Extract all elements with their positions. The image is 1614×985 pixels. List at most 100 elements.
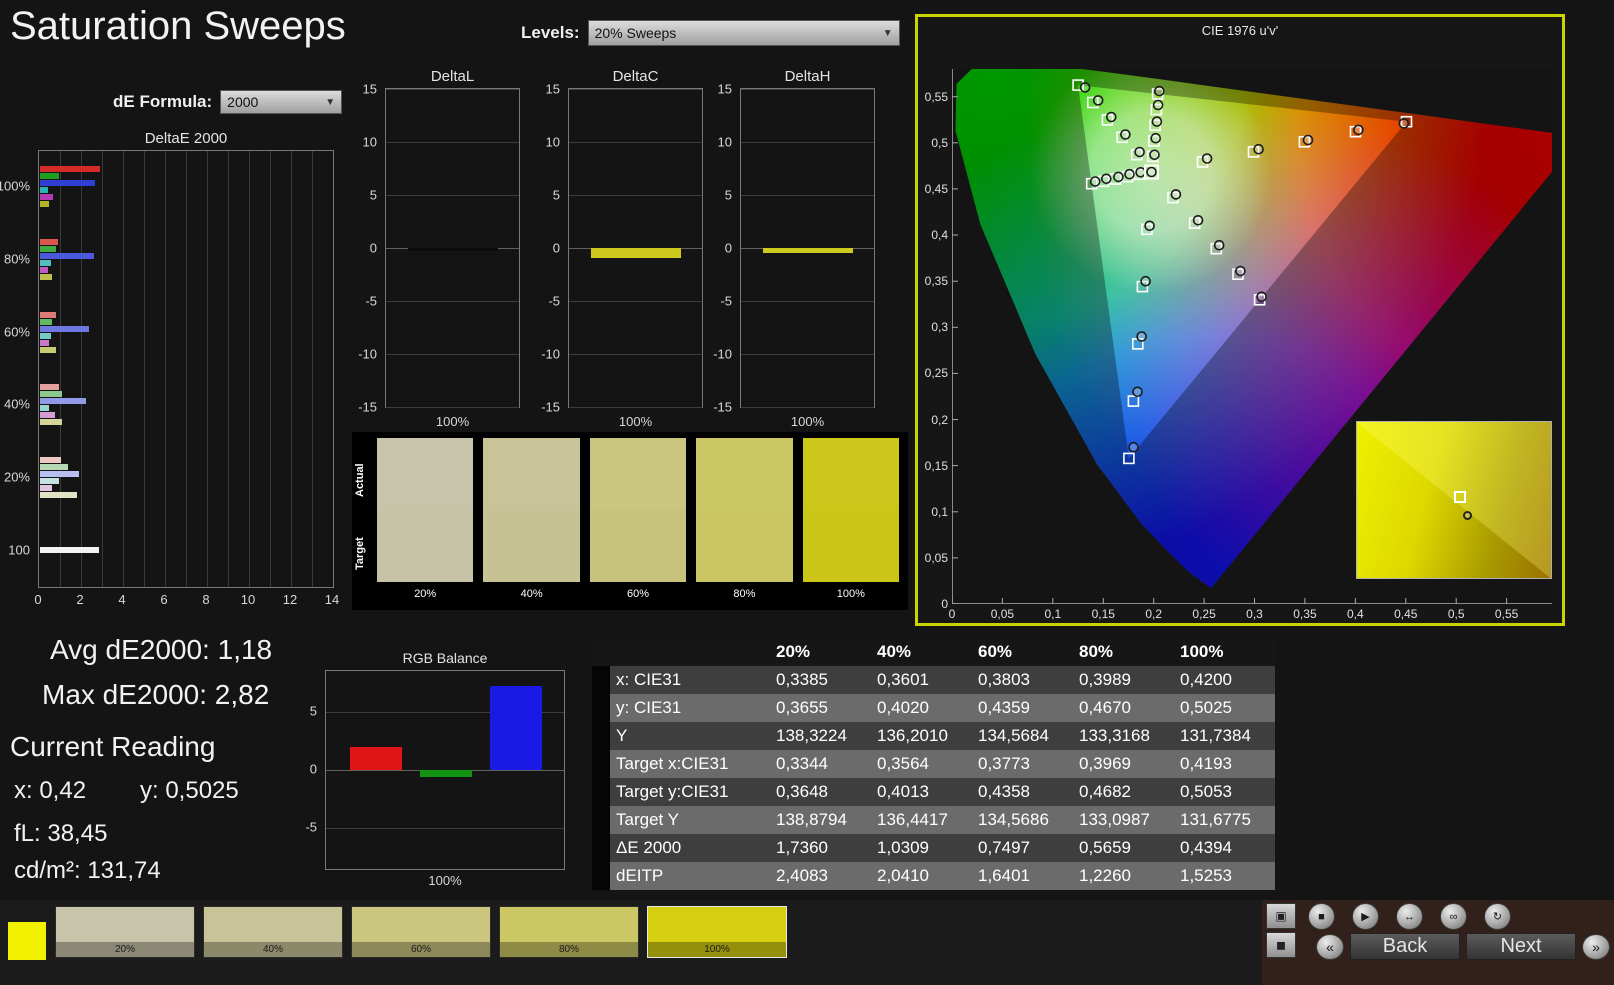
column-header: 20% xyxy=(770,638,871,666)
x-axis-label: 100% xyxy=(568,414,703,429)
axis-label: 5 xyxy=(725,188,732,203)
de-bar xyxy=(40,405,49,411)
levels-dropdown[interactable]: 20% Sweeps ▼ xyxy=(588,20,900,46)
next-button[interactable]: Next xyxy=(1466,933,1576,960)
de-bar xyxy=(40,267,48,273)
column-header: 100% xyxy=(1174,638,1275,666)
bottom-swatch[interactable]: 20% xyxy=(55,906,195,958)
swatch-label: 20% xyxy=(377,582,473,606)
table-cell: 0,3989 xyxy=(1073,666,1174,694)
gridline xyxy=(291,151,292,587)
axis-label: 0,4 xyxy=(931,228,948,242)
swatch-column: 60% xyxy=(590,438,686,610)
calibration-app-screen: Saturation Sweeps dE Formula: 2000 ▼ Lev… xyxy=(0,0,1614,985)
axis-label: 10 xyxy=(718,135,732,150)
chevron-down-icon: ▼ xyxy=(325,97,335,108)
gridline xyxy=(60,151,61,587)
axis-label: 2 xyxy=(76,592,83,607)
bottom-swatch[interactable]: 60% xyxy=(351,906,491,958)
current-patch-swatch xyxy=(8,922,46,960)
table-cell: 1,2260 xyxy=(1073,862,1174,890)
back-arrow-button[interactable]: « xyxy=(1316,934,1344,960)
de-bar xyxy=(40,187,48,193)
swatch-column: 40% xyxy=(483,438,579,610)
avg-label: Avg dE2000: xyxy=(50,634,210,665)
bottom-swatch[interactable]: 80% xyxy=(499,906,639,958)
table-cell: 2,0410 xyxy=(871,862,972,890)
gridline xyxy=(386,195,519,196)
table-cell: 138,8794 xyxy=(770,806,871,834)
play-button[interactable]: ▶ xyxy=(1352,903,1379,930)
gridline xyxy=(741,142,874,143)
measurement-table: 20%40%60%80%100%x: CIE310,33850,36010,38… xyxy=(592,638,1275,890)
de-bar xyxy=(40,239,58,245)
axis-label: 6 xyxy=(160,592,167,607)
axis-label: 12 xyxy=(283,592,297,607)
de-formula-dropdown[interactable]: 2000 ▼ xyxy=(220,90,342,114)
gridline xyxy=(741,89,874,90)
swatch-label: 60% xyxy=(352,942,490,957)
rgb-balance-plot xyxy=(325,670,565,870)
column-header: 40% xyxy=(871,638,972,666)
red-balance-bar xyxy=(350,747,402,770)
table-cell: 136,4417 xyxy=(871,806,972,834)
swatch-label: 20% xyxy=(56,942,194,957)
axis-label: 15 xyxy=(718,82,732,97)
max-de2000: Max dE2000: 2,82 xyxy=(42,679,269,711)
bottom-swatch[interactable]: 40% xyxy=(203,906,343,958)
back-button[interactable]: Back xyxy=(1350,933,1460,960)
de-bar xyxy=(40,347,56,353)
table-cell: 0,4359 xyxy=(972,694,1073,722)
axis-label: 14 xyxy=(325,592,339,607)
table-row: dEITP2,40832,04101,64011,22601,5253 xyxy=(592,862,1275,890)
axis-label: 5 xyxy=(553,188,560,203)
swatch-label: 40% xyxy=(204,942,342,957)
axis-label: 0,1 xyxy=(1044,607,1061,621)
table-row: y: CIE310,36550,40200,43590,46700,5025 xyxy=(592,694,1275,722)
avg-de2000: Avg dE2000: 1,18 xyxy=(50,634,272,666)
axis-label: 10 xyxy=(241,592,255,607)
table-cell: 133,0987 xyxy=(1073,806,1174,834)
reading-y: y: 0,5025 xyxy=(140,777,239,805)
de-bar xyxy=(40,274,52,280)
table-cell: 1,0309 xyxy=(871,834,972,862)
deltae-plot-area xyxy=(38,150,334,588)
cie-y-axis: 00,050,10,150,20,250,30,350,40,450,50,55 xyxy=(920,69,948,604)
column-header: 80% xyxy=(1073,638,1174,666)
de-bar xyxy=(40,419,62,425)
axis-label: 0,45 xyxy=(925,182,948,196)
table-cell: 131,6775 xyxy=(1174,806,1275,834)
bottom-swatch[interactable]: 100% xyxy=(647,906,787,958)
gridline xyxy=(249,151,250,587)
axis-label: 0,15 xyxy=(1092,607,1115,621)
de-bar xyxy=(40,246,56,252)
axis-label: -5 xyxy=(305,820,317,835)
axis-label: 0 xyxy=(310,762,317,777)
window-icon-button[interactable]: ▣ xyxy=(1266,903,1296,929)
stop-button[interactable]: ■ xyxy=(1308,903,1335,930)
de-bar xyxy=(40,391,62,397)
rgb-balance-x-label: 100% xyxy=(325,873,565,888)
de-bar xyxy=(40,340,49,346)
loop-button[interactable]: ↻ xyxy=(1484,903,1511,930)
continuous-button[interactable]: ∞ xyxy=(1440,903,1467,930)
table-cell: 0,3773 xyxy=(972,750,1073,778)
cie-x-axis: 00,050,10,150,20,250,30,350,40,450,50,55 xyxy=(952,607,1552,623)
row-label: Y xyxy=(610,722,770,750)
resize-button[interactable]: ↔ xyxy=(1396,903,1423,930)
gridline xyxy=(569,89,702,90)
gridline xyxy=(569,142,702,143)
bottom-swatch-row: 20% 40% 60% 80%100% xyxy=(55,906,787,958)
chevron-down-icon: ▼ xyxy=(883,28,893,39)
next-arrow-button[interactable]: » xyxy=(1582,934,1610,960)
frame-icon-button[interactable]: ◼ xyxy=(1266,932,1296,958)
table-header-row: 20%40%60%80%100% xyxy=(592,638,1275,666)
target-swatch xyxy=(696,510,792,582)
gridline xyxy=(741,301,874,302)
target-swatch xyxy=(483,510,579,582)
table-row: Target Y138,8794136,4417134,5686133,0987… xyxy=(592,806,1275,834)
de-bar xyxy=(40,173,59,179)
de-bar xyxy=(40,319,52,325)
gridline xyxy=(386,354,519,355)
gridline xyxy=(741,407,874,408)
